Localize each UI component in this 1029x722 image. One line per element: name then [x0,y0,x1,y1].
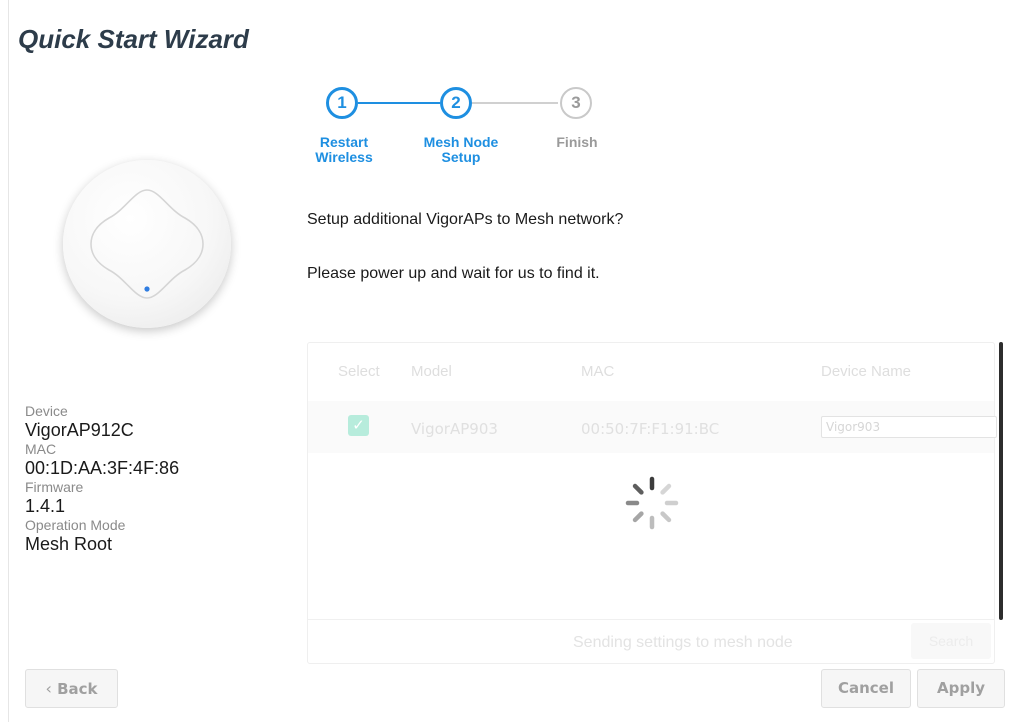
loading-spinner-icon [625,476,679,530]
step-1-label-line2: Wireless [315,149,373,165]
left-border [8,0,9,722]
step-2-label: Mesh Node Setup [411,135,511,165]
row-model: VigorAP903 [411,420,498,438]
step-2-label-line2: Setup [441,149,481,165]
search-button[interactable]: Search [911,623,991,659]
status-text: Sending settings to mesh node [573,634,793,651]
column-header-mac: MAC [581,363,615,380]
device-image [63,160,231,328]
step-connector [472,102,558,104]
apply-button[interactable]: Apply [917,669,1005,708]
column-header-select: Select [338,363,380,380]
step-1-label-line1: Restart [319,134,369,150]
operation-mode-label: Operation Mode [25,517,126,533]
panel-footer-divider [308,619,994,620]
step-3-circle: 3 [560,87,592,119]
power-up-instruction: Please power up and wait for us to find … [307,265,600,282]
step-1-label: Restart Wireless [294,135,394,165]
step-3-label: Finish [527,135,627,150]
mesh-node-table: Select Model MAC Device Name ✓ VigorAP90… [307,342,997,664]
select-checkbox[interactable]: ✓ [348,415,369,436]
step-2-label-line1: Mesh Node [423,134,499,150]
device-name-input[interactable] [821,416,997,438]
back-button[interactable]: ‹ Back [25,669,118,708]
firmware-value: 1.4.1 [25,496,66,516]
chevron-left-icon: ‹ [45,679,52,698]
firmware-label: Firmware [25,479,84,495]
step-1-circle: 1 [326,87,358,119]
setup-question: Setup additional VigorAPs to Mesh networ… [307,211,624,228]
column-header-model: Model [411,363,452,380]
device-label: Device [25,403,68,419]
column-header-device-name: Device Name [821,363,912,380]
page-title: Quick Start Wizard [18,24,249,54]
device-value: VigorAP912C [25,420,134,440]
step-3-label-line1: Finish [556,134,598,150]
mac-value: 00:1D:AA:3F:4F:86 [25,458,180,478]
step-2-circle: 2 [440,87,472,119]
cancel-button[interactable]: Cancel [821,669,911,708]
operation-mode-value: Mesh Root [25,534,113,554]
step-connector [358,102,440,104]
back-button-label: Back [57,680,98,698]
row-mac: 00:50:7F:F1:91:BC [581,420,720,438]
scrollbar[interactable] [999,342,1003,620]
device-info: Device VigorAP912C MAC 00:1D:AA:3F:4F:86… [25,403,285,555]
mac-label: MAC [25,441,57,457]
